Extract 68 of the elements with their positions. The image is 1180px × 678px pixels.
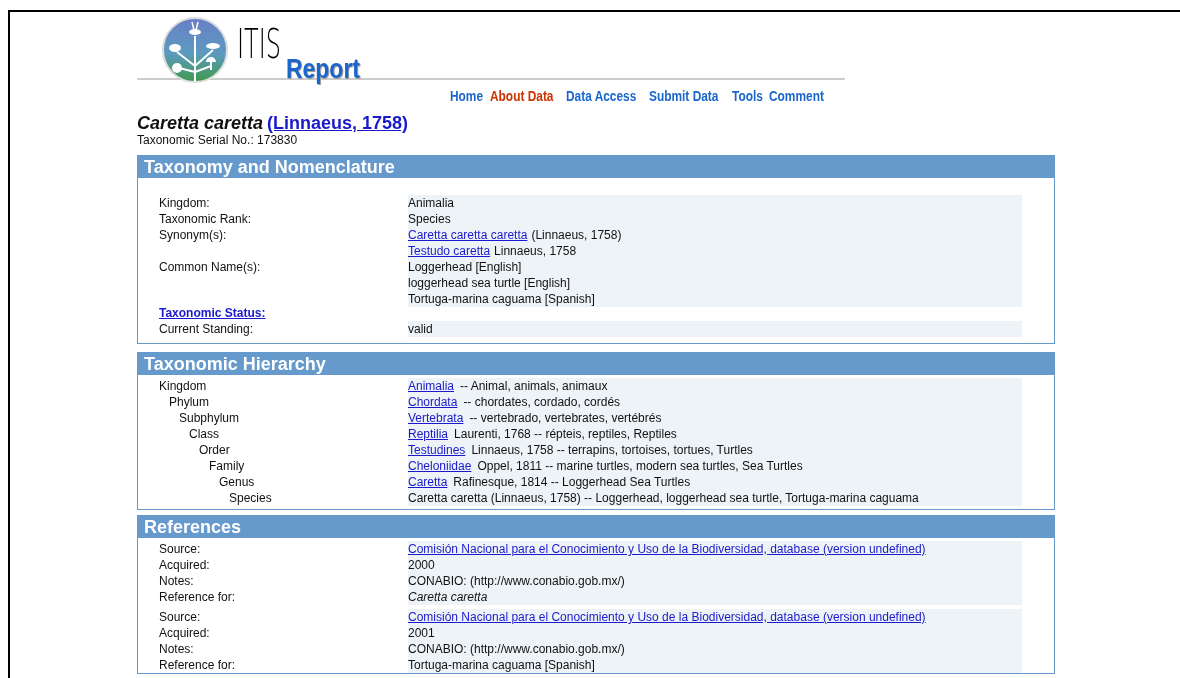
rank-label: Order xyxy=(198,442,231,458)
taxon-link[interactable]: Caretta xyxy=(408,475,448,489)
rank-label: Species xyxy=(228,490,273,506)
species-name: Caretta caretta xyxy=(137,113,264,133)
rank-label: Subphylum xyxy=(178,410,241,426)
logo-text: ITIS xyxy=(237,20,282,68)
section-header: Taxonomic Hierarchy xyxy=(138,353,1054,375)
taxon-link[interactable]: Reptilia xyxy=(408,427,449,441)
rank-label: Kingdom xyxy=(159,378,208,394)
nav-link[interactable]: Data Access xyxy=(565,88,636,104)
status-link[interactable]: Taxonomic Status: xyxy=(159,306,266,320)
field-label: Current Standing: xyxy=(159,321,255,337)
field-value: Caretta caretta xyxy=(408,590,488,604)
rank-label: Family xyxy=(208,458,246,474)
value-link[interactable]: Caretta caretta caretta xyxy=(408,228,528,242)
value-text: Animalia xyxy=(408,196,455,210)
value-text: Species xyxy=(408,212,451,226)
rank-label: Class xyxy=(188,426,220,442)
taxon-link[interactable]: Chordata xyxy=(408,395,458,409)
report-title: Report xyxy=(286,54,361,84)
rank-label: Phylum xyxy=(168,394,210,410)
nav-link[interactable]: About Data xyxy=(489,88,554,104)
taxon-name: Caretta caretta (Linnaeus, 1758) -- Loggerhead, loggerhead sea turtle, Tortuga-marina caguama xyxy=(408,491,919,505)
field-label: Notes: xyxy=(159,641,195,657)
field-label: Acquired: xyxy=(159,625,211,641)
field-label: Notes: xyxy=(159,573,195,589)
field-label: Taxonomic Rank: xyxy=(159,211,253,227)
field-value: CONABIO: (http://www.conabio.gob.mx/) xyxy=(408,642,625,656)
taxon-detail: -- Animal, animals, animaux xyxy=(460,379,608,393)
section-header: References xyxy=(138,516,1054,538)
value-text: loggerhead sea turtle [English] xyxy=(408,276,571,290)
taxon-link[interactable]: Testudines xyxy=(408,443,466,457)
field-label: Acquired: xyxy=(159,557,211,573)
field-label: Reference for: xyxy=(159,657,237,673)
taxon-link[interactable]: Animalia xyxy=(408,379,455,393)
taxon-detail: Laurenti, 1768 -- répteis, reptiles, Reptiles xyxy=(454,427,677,441)
serial-number: Taxonomic Serial No.: 173830 xyxy=(137,133,299,147)
value-text: Loggerhead [English] xyxy=(408,260,522,274)
value-text: Linnaeus, 1758 xyxy=(494,244,577,258)
nav-link[interactable]: Home xyxy=(450,88,484,104)
field-label: Source: xyxy=(159,541,202,557)
value-text: Tortuga-marina caguama [Spanish] xyxy=(408,292,595,306)
nav-link[interactable]: Submit Data xyxy=(649,88,719,104)
field-value: Tortuga-marina caguama [Spanish] xyxy=(408,658,595,672)
value-link[interactable]: Testudo caretta xyxy=(408,244,491,258)
taxon-link[interactable]: Vertebrata xyxy=(408,411,464,425)
rank-label: Genus xyxy=(218,474,256,490)
field-value: CONABIO: (http://www.conabio.gob.mx/) xyxy=(408,574,625,588)
field-label: Synonym(s): xyxy=(159,227,228,244)
field-value: 2000 xyxy=(408,558,435,572)
field-label: Source: xyxy=(159,609,202,625)
taxon-detail: -- vertebrado, vertebrates, vertébrés xyxy=(469,411,662,425)
field-label: Reference for: xyxy=(159,589,237,605)
value-text: (Linnaeus, 1758) xyxy=(531,228,622,242)
author-link[interactable]: (Linnaeus, 1758) xyxy=(267,113,409,133)
field-label: Kingdom: xyxy=(159,195,211,211)
nav-link[interactable]: Tools xyxy=(732,88,763,104)
nav-link[interactable]: Comment xyxy=(769,88,825,104)
field-value: 2001 xyxy=(408,626,435,640)
taxon-detail: Oppel, 1811 -- marine turtles, modern sea turtles, Sea Turtles xyxy=(477,459,803,473)
taxon-detail: Rafinesque, 1814 -- Loggerhead Sea Turtles xyxy=(453,475,691,489)
taxon-detail: Linnaeus, 1758 -- terrapins, tortoises, tortues, Turtles xyxy=(471,443,753,457)
section-header: Taxonomy and Nomenclature xyxy=(138,156,1054,178)
taxon-link[interactable]: Cheloniidae xyxy=(408,459,472,473)
value-text: valid xyxy=(408,322,433,336)
logo-drawing xyxy=(159,16,231,84)
field-label: Common Name(s): xyxy=(159,259,262,276)
taxon-detail: -- chordates, cordado, cordés xyxy=(463,395,621,409)
